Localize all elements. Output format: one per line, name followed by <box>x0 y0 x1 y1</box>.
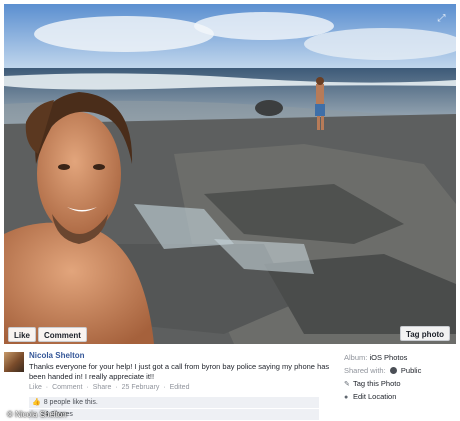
tag-this-photo-label[interactable]: Tag this Photo <box>353 379 401 388</box>
beach-selfie-image <box>4 4 456 344</box>
shared-value[interactable]: Public <box>401 366 421 375</box>
post-meta: Like · Comment · Share · 25 February · E… <box>29 384 191 391</box>
likes-summary[interactable]: 👍 8 people like this. <box>29 397 319 408</box>
edit-location-label[interactable]: Edit Location <box>353 392 396 401</box>
album-value[interactable]: iOS Photos <box>369 353 407 362</box>
tag-icon: ✎ <box>344 381 350 388</box>
album-label: Album: <box>344 353 368 362</box>
post-text: Thanks everyone for your help! I just go… <box>29 362 330 381</box>
like-button[interactable]: Like <box>8 327 37 342</box>
separator: · <box>163 384 166 391</box>
post-date[interactable]: 25 February <box>122 384 160 391</box>
location-pin-icon: ● <box>344 394 349 401</box>
edited-label[interactable]: Edited <box>170 384 190 391</box>
expand-icon[interactable]: ⤢ <box>437 14 446 24</box>
comment-button[interactable]: Comment <box>38 327 87 342</box>
watermark: © Nicola Shelton <box>7 410 67 419</box>
like-link[interactable]: Like <box>29 384 42 391</box>
selfie-photo[interactable]: ⤢ Like Comment Tag photo <box>4 4 456 344</box>
post-details: Nicola Shelton Thanks everyone for your … <box>4 346 456 421</box>
separator: · <box>86 384 89 391</box>
comment-link[interactable]: Comment <box>52 384 82 391</box>
photo-actions: Like Comment <box>8 327 87 342</box>
globe-icon <box>389 367 397 374</box>
separator: · <box>115 384 118 391</box>
album-row: Album: iOS Photos <box>344 352 456 365</box>
tag-this-photo-link[interactable]: ✎ Tag this Photo <box>344 378 456 391</box>
edit-location-link[interactable]: ● Edit Location <box>344 391 456 404</box>
shared-row: Shared with: Public <box>344 365 456 378</box>
thumbs-up-icon: 👍 <box>32 399 41 406</box>
likes-count[interactable]: 8 people like this. <box>44 399 98 406</box>
avatar[interactable] <box>4 352 24 372</box>
shared-label: Shared with: <box>344 366 386 375</box>
photo-sidebar: Album: iOS Photos Shared with: Public ✎ T… <box>344 352 456 404</box>
shares-summary[interactable]: 14 Shares <box>29 409 319 420</box>
author-name[interactable]: Nicola Shelton <box>29 351 85 360</box>
tag-photo-button[interactable]: Tag photo <box>399 326 450 341</box>
separator: · <box>45 384 49 391</box>
share-link[interactable]: Share <box>93 384 112 391</box>
